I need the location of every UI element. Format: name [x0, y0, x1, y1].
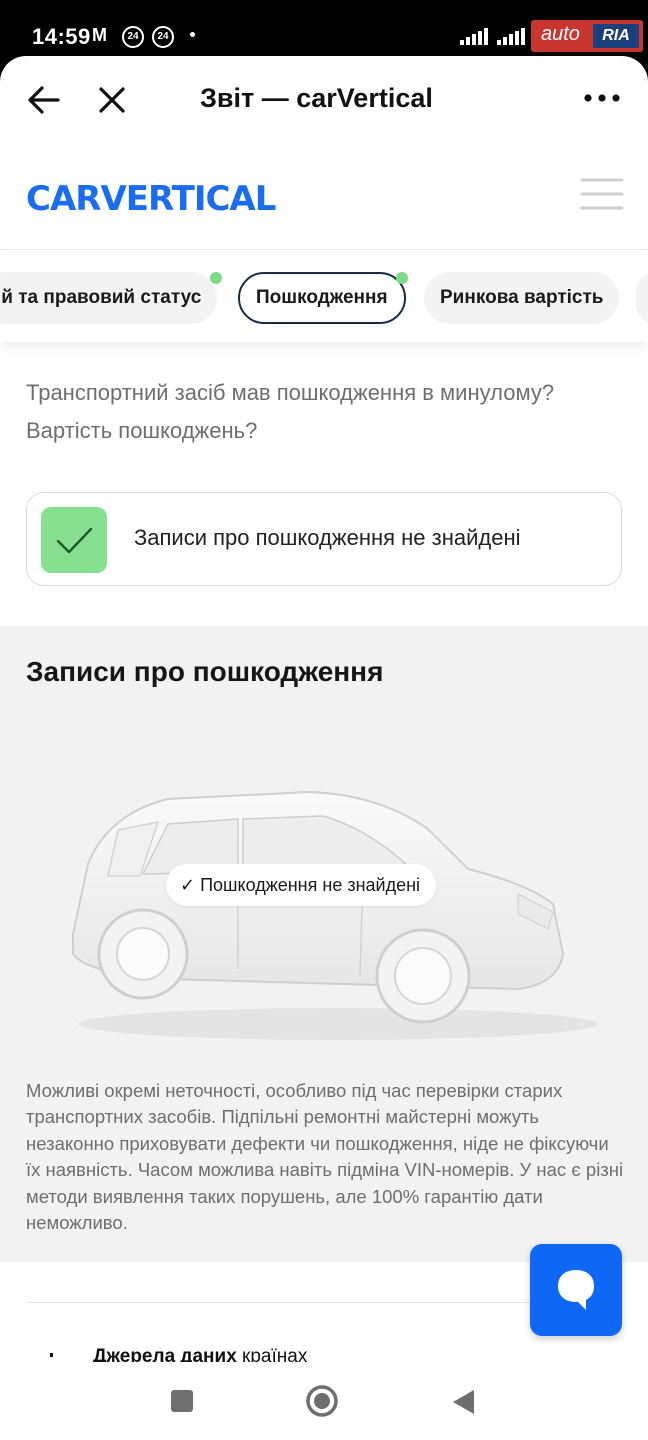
list-bullet	[50, 1353, 53, 1357]
close-icon[interactable]	[96, 84, 128, 116]
more-notifications-dot-icon	[190, 32, 195, 37]
small-check-icon: ✓	[180, 875, 196, 895]
mail-icon: M	[92, 25, 107, 45]
data-sources-rest: країнах	[236, 1346, 308, 1363]
page-title: Звіт — carVertical	[200, 83, 433, 113]
tab-label: Пошкодження	[256, 287, 388, 308]
top-bar: Звіт — carVertical	[0, 56, 648, 144]
tab-label: ій та правовий статус	[0, 287, 202, 308]
status-check-box	[41, 507, 107, 573]
damage-status-card: Записи про пошкодження не знайдені	[26, 492, 622, 586]
data-sources-item: Джерела даних країнах	[93, 1345, 307, 1363]
auto-ria-logo-right: RIA	[593, 24, 639, 48]
no-damage-badge-label: Пошкодження не знайдені	[200, 875, 421, 895]
data-sources-bold: Джерела даних	[93, 1346, 237, 1363]
status-text: Записи про пошкодження не знайдені	[134, 525, 521, 550]
more-options-icon[interactable]	[582, 90, 622, 106]
back-arrow-icon[interactable]	[26, 82, 62, 118]
chat-button[interactable]	[530, 1244, 622, 1336]
tab-damage[interactable]: Пошкодження	[238, 272, 406, 324]
browser-sheet: Звіт — carVertical CARVERTICAL ій та пра…	[0, 56, 648, 1440]
tab-legal-status[interactable]: ій та правовий статус	[0, 272, 218, 324]
logo-text: CARVERTICAL	[26, 179, 276, 216]
disclaimer-text: Можливі окремі неточності, особливо під …	[26, 1080, 624, 1234]
damage-question: Транспортний засіб мав пошкодження в мин…	[26, 380, 555, 443]
system-nav-bar	[0, 1362, 648, 1440]
notification-badge-icon: 24	[152, 26, 174, 48]
hamburger-menu-icon[interactable]	[580, 176, 624, 212]
check-icon	[56, 527, 93, 554]
tab-status-dot	[396, 272, 408, 284]
home-icon[interactable]	[305, 1384, 339, 1418]
section-tabs: ій та правовий статус Пошкодження Ринков…	[0, 252, 648, 342]
damage-records-section: Записи про пошкодження ✓ Пошкодження не …	[0, 626, 648, 1262]
auto-ria-logo: auto RIA	[531, 20, 643, 52]
notification-badge-icon: 24	[122, 26, 144, 48]
tab-next[interactable]	[636, 272, 648, 324]
tab-status-dot	[210, 272, 222, 284]
no-damage-badge: ✓ Пошкодження не знайдені	[166, 864, 437, 906]
status-time: 14:59	[32, 24, 91, 49]
chat-bubble-icon	[558, 1270, 594, 1310]
auto-ria-logo-left: auto	[541, 23, 580, 45]
back-triangle-icon[interactable]	[450, 1388, 476, 1416]
signal-icon	[497, 27, 525, 45]
tab-market-value[interactable]: Ринкова вартість	[424, 272, 620, 324]
carvertical-logo[interactable]: CARVERTICAL	[26, 174, 316, 216]
signal-icon	[460, 27, 488, 45]
recents-icon[interactable]	[171, 1390, 193, 1412]
tab-label: Ринкова вартість	[440, 287, 604, 308]
section-title: Записи про пошкодження	[26, 656, 384, 687]
